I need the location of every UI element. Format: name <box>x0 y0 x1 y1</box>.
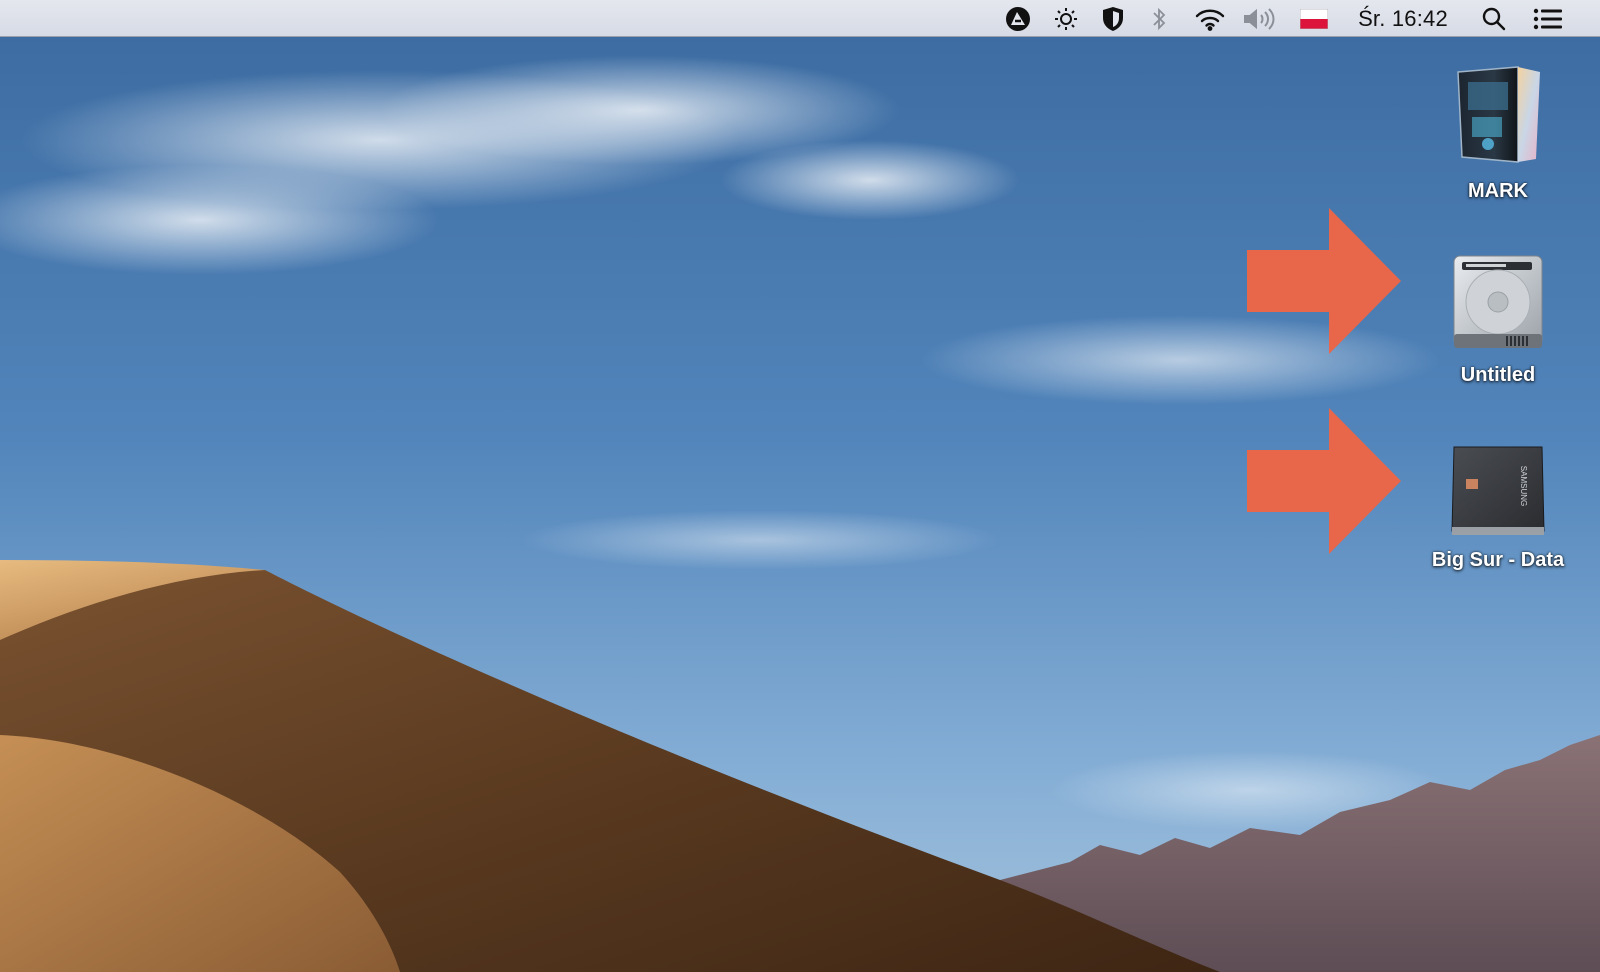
poland-flag-icon[interactable] <box>1298 0 1330 37</box>
bluetooth-icon[interactable] <box>1144 0 1174 37</box>
desktop-icon-mark[interactable]: MARK <box>1413 52 1583 203</box>
desktop-icon-untitled[interactable]: Untitled <box>1413 236 1583 387</box>
annotation-arrow-untitled <box>1247 208 1401 354</box>
notification-center-icon[interactable] <box>1530 0 1566 37</box>
annotation-arrow-big-sur-data <box>1247 408 1401 554</box>
menu-bar: Śr. 16:42 <box>0 0 1600 37</box>
desktop-icon-label: MARK <box>1468 180 1528 202</box>
adblock-icon[interactable] <box>1000 0 1036 37</box>
brightness-icon[interactable] <box>1048 0 1084 37</box>
svg-text:SAMSUNG: SAMSUNG <box>1519 466 1528 506</box>
spotlight-search-icon[interactable] <box>1478 0 1510 37</box>
ssd-drive-icon: SAMSUNG <box>1438 421 1558 541</box>
hard-drive-icon <box>1438 236 1558 356</box>
desktop: Śr. 16:42 MARK Untitled SAMSUNG Big Sur … <box>0 0 1600 972</box>
wifi-icon[interactable] <box>1190 0 1230 37</box>
desktop-icon-label: Untitled <box>1460 364 1536 386</box>
computer-case-icon <box>1438 52 1558 172</box>
menu-bar-clock[interactable]: Śr. 16:42 <box>1348 0 1458 37</box>
desktop-icon-big-sur-data[interactable]: SAMSUNG Big Sur - Data <box>1413 421 1583 572</box>
shield-icon[interactable] <box>1096 0 1130 37</box>
volume-icon[interactable] <box>1240 0 1282 37</box>
desktop-icon-label: Big Sur - Data <box>1431 549 1565 571</box>
